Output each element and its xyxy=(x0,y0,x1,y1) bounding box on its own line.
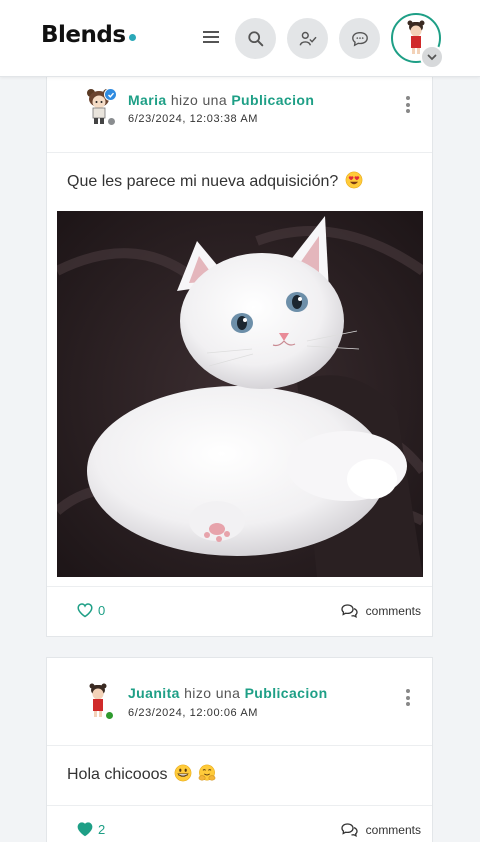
top-navbar: Blends xyxy=(0,0,480,77)
post-text: Que les parece mi nueva adquisición? xyxy=(67,171,363,191)
heart-eyes-emoji xyxy=(345,171,363,189)
chevron-down-icon xyxy=(427,54,437,61)
post-text: Hola chicooos xyxy=(67,764,216,784)
post-type[interactable]: Publicacion xyxy=(245,685,328,701)
like-count: 0 xyxy=(98,603,106,618)
comments-label: comments xyxy=(365,604,421,618)
author-name[interactable]: Juanita xyxy=(128,685,180,701)
menu-icon[interactable] xyxy=(200,28,222,48)
offline-status-indicator xyxy=(107,117,116,126)
friend-requests-icon xyxy=(299,31,316,46)
comments-button[interactable]: comments xyxy=(340,604,421,618)
post-date: 6/23/2024, 12:00:06 AM xyxy=(128,707,259,719)
post-title-line: Juanita hizo una Publicacion xyxy=(128,685,328,701)
search-button[interactable] xyxy=(235,18,276,59)
post-image[interactable] xyxy=(57,211,423,577)
account-dropdown-button[interactable] xyxy=(420,45,444,69)
like-count: 2 xyxy=(98,822,106,837)
post-action: hizo una xyxy=(184,685,241,701)
verified-badge-icon xyxy=(104,88,117,101)
app-logo[interactable]: Blends xyxy=(41,22,136,48)
post-header: Juanita hizo una Publicacion 6/23/2024, … xyxy=(47,658,432,746)
comments-button[interactable]: comments xyxy=(340,823,421,837)
comments-label: comments xyxy=(365,823,421,837)
online-status-indicator xyxy=(105,711,114,720)
comments-icon xyxy=(340,604,358,618)
heart-filled-icon xyxy=(77,822,93,837)
more-options-icon[interactable] xyxy=(404,689,412,709)
like-button[interactable]: 2 xyxy=(77,822,105,837)
post-card: Maria hizo una Publicacion 6/23/2024, 12… xyxy=(46,70,433,637)
post-date: 6/23/2024, 12:03:38 AM xyxy=(128,113,259,125)
messages-icon xyxy=(351,31,368,47)
post-footer: 2 comments xyxy=(47,805,432,842)
author-name[interactable]: Maria xyxy=(128,92,167,108)
comments-icon xyxy=(340,823,358,837)
post-card: Juanita hizo una Publicacion 6/23/2024, … xyxy=(46,657,433,842)
post-type[interactable]: Publicacion xyxy=(231,92,314,108)
grinning-emoji xyxy=(174,764,192,782)
post-title-line: Maria hizo una Publicacion xyxy=(128,92,314,108)
post-footer: 0 comments xyxy=(47,586,432,636)
like-button[interactable]: 0 xyxy=(77,603,105,618)
hugging-emoji xyxy=(199,764,216,781)
more-options-icon[interactable] xyxy=(404,96,412,116)
post-action: hizo una xyxy=(170,92,228,108)
kitten-photo xyxy=(57,211,423,577)
search-icon xyxy=(247,30,263,46)
post-header: Maria hizo una Publicacion 6/23/2024, 12… xyxy=(47,71,432,153)
friend-requests-button[interactable] xyxy=(287,18,328,59)
messages-button[interactable] xyxy=(339,18,380,59)
logo-dot xyxy=(128,34,136,41)
heart-outline-icon xyxy=(77,603,93,618)
